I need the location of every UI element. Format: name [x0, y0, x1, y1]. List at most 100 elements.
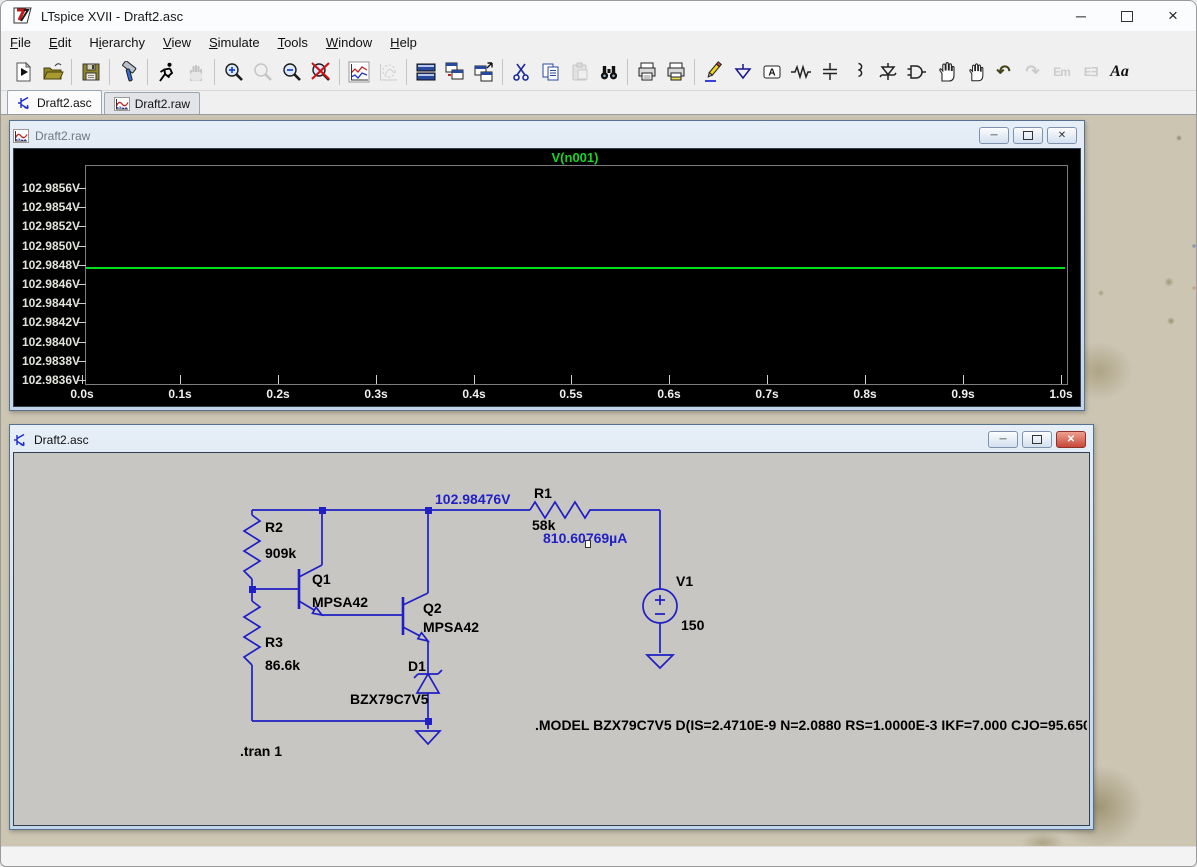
- waveform-plot-area[interactable]: V(n001) 102.9856V 102.9854V 102.9852V 10…: [13, 148, 1081, 407]
- undo-icon[interactable]: ↶: [989, 57, 1018, 87]
- schematic-canvas[interactable]: R2 909k R3 86.6k Q1 MPSA42 Q2 MPSA42 D1 …: [13, 452, 1090, 826]
- x-tick-label: 0.5s: [559, 387, 583, 401]
- waveform-window-icon: [13, 129, 29, 143]
- schematic-window: Draft2.asc ─ ✕ R2 909k R3 86.6k Q1 MPSA4…: [9, 424, 1094, 830]
- component-label-q2-value[interactable]: MPSA42: [423, 619, 479, 635]
- y-tick-label: 102.9846V: [21, 277, 80, 291]
- title-bar[interactable]: LTspice XVII - Draft2.asc ─ ×: [1, 1, 1196, 31]
- schematic-window-titlebar[interactable]: Draft2.asc ─ ✕: [13, 428, 1090, 452]
- tile-vertical-icon[interactable]: [440, 57, 469, 87]
- open-icon[interactable]: [38, 57, 67, 87]
- x-tick-label: 0.2s: [266, 387, 290, 401]
- move-icon[interactable]: [931, 57, 960, 87]
- y-tick-label: 102.9836V: [21, 373, 80, 387]
- inductor-icon[interactable]: [844, 57, 873, 87]
- capacitor-icon[interactable]: [815, 57, 844, 87]
- drag-icon[interactable]: [960, 57, 989, 87]
- component-icon[interactable]: [902, 57, 931, 87]
- x-tick-label: 0.3s: [364, 387, 388, 401]
- voltage-trace[interactable]: [86, 267, 1065, 269]
- tab-label: Draft2.raw: [134, 96, 191, 111]
- waveform-window: Draft2.raw ─ ✕ V(n001) 102.9856V 102.985…: [9, 120, 1085, 411]
- menu-view[interactable]: View: [154, 33, 200, 52]
- menu-simulate[interactable]: Simulate: [200, 33, 269, 52]
- y-tick-label: 102.9844V: [21, 296, 80, 310]
- maximize-button[interactable]: [1104, 1, 1150, 31]
- zoom-in-icon[interactable]: [219, 57, 248, 87]
- tab-draft2-asc[interactable]: Draft2.asc: [7, 90, 102, 114]
- maximize-icon: [1121, 10, 1133, 22]
- diode-icon[interactable]: [873, 57, 902, 87]
- new-schematic-icon[interactable]: [9, 57, 38, 87]
- component-label-q1-name[interactable]: Q1: [312, 571, 331, 587]
- zoom-out-icon[interactable]: [277, 57, 306, 87]
- x-tick-label: 0.4s: [462, 387, 486, 401]
- menu-file[interactable]: File: [1, 33, 40, 52]
- mdi-area: Draft2.raw ─ ✕ V(n001) 102.9856V 102.985…: [1, 115, 1196, 849]
- waveform-window-titlebar[interactable]: Draft2.raw ─ ✕: [13, 124, 1081, 148]
- model-directive[interactable]: .MODEL BZX79C7V5 D(IS=2.4710E-9 N=2.0880…: [535, 717, 1087, 733]
- waveform-minimize-button[interactable]: ─: [979, 127, 1009, 144]
- menu-hierarchy[interactable]: Hierarchy: [80, 33, 154, 52]
- component-label-r3-value[interactable]: 86.6k: [265, 657, 300, 673]
- component-label-v1-name[interactable]: V1: [676, 573, 693, 589]
- component-label-r1-name[interactable]: R1: [534, 485, 552, 501]
- component-label-r2-name[interactable]: R2: [265, 519, 283, 535]
- circuit-drawing[interactable]: [14, 453, 1090, 826]
- component-label-d1-value[interactable]: BZX79C7V5: [350, 691, 429, 707]
- restore-icon: [1023, 131, 1033, 140]
- y-tick-label: 102.9848V: [21, 258, 80, 272]
- copy-icon[interactable]: [536, 57, 565, 87]
- tab-draft2-raw[interactable]: Draft2.raw: [103, 92, 201, 114]
- menu-help[interactable]: Help: [381, 33, 426, 52]
- schematic-restore-button[interactable]: [1022, 431, 1052, 448]
- x-tick-label: 0.8s: [853, 387, 877, 401]
- redo-icon: ↷: [1025, 61, 1040, 81]
- component-label-q1-value[interactable]: MPSA42: [312, 594, 368, 610]
- control-panel-icon[interactable]: [114, 57, 143, 87]
- schematic-minimize-button[interactable]: ─: [988, 431, 1018, 448]
- component-label-r3-name[interactable]: R3: [265, 634, 283, 650]
- net-label-icon[interactable]: A: [757, 57, 786, 87]
- print-icon[interactable]: [632, 57, 661, 87]
- print-preview-icon[interactable]: [661, 57, 690, 87]
- run-icon[interactable]: [152, 57, 181, 87]
- close-button[interactable]: ×: [1150, 1, 1196, 31]
- minimize-button[interactable]: ─: [1058, 1, 1104, 31]
- halt-icon: [181, 57, 210, 87]
- zoom-full-extents-icon[interactable]: [306, 57, 335, 87]
- trace-label[interactable]: V(n001): [505, 150, 645, 165]
- schematic-close-button[interactable]: ✕: [1056, 431, 1086, 448]
- menu-edit[interactable]: Edit: [40, 33, 80, 52]
- save-icon[interactable]: [76, 57, 105, 87]
- menu-bar: File Edit Hierarchy View Simulate Tools …: [1, 31, 1196, 53]
- component-label-q2-name[interactable]: Q2: [423, 600, 442, 616]
- tab-label: Draft2.asc: [37, 95, 92, 110]
- zoom-back-icon: [248, 57, 277, 87]
- wire-icon[interactable]: [699, 57, 728, 87]
- menu-tools[interactable]: Tools: [269, 33, 317, 52]
- waveform-restore-button[interactable]: [1013, 127, 1043, 144]
- text-icon[interactable]: Aa: [1105, 57, 1134, 87]
- cascade-windows-icon[interactable]: [469, 57, 498, 87]
- y-tick-label: 102.9856V: [21, 181, 80, 195]
- find-icon[interactable]: [594, 57, 623, 87]
- waveform-close-button[interactable]: ✕: [1047, 127, 1077, 144]
- mirror-icon: Em: [1053, 64, 1071, 79]
- autorange-y-icon[interactable]: [344, 57, 373, 87]
- resistor-icon[interactable]: [786, 57, 815, 87]
- cut-icon[interactable]: [507, 57, 536, 87]
- component-label-v1-value[interactable]: 150: [681, 617, 704, 633]
- menu-window[interactable]: Window: [317, 33, 381, 52]
- component-label-d1-name[interactable]: D1: [408, 658, 426, 674]
- app-window: LTspice XVII - Draft2.asc ─ × File Edit …: [0, 0, 1197, 867]
- ground-icon[interactable]: [728, 57, 757, 87]
- cursor-marker: [585, 540, 591, 548]
- y-tick-label: 102.9852V: [21, 219, 80, 233]
- schematic-window-title: Draft2.asc: [34, 433, 89, 447]
- waveform-window-title: Draft2.raw: [35, 129, 91, 143]
- tile-horizontal-icon[interactable]: [411, 57, 440, 87]
- schematic-tab-icon: [18, 96, 29, 109]
- tran-directive[interactable]: .tran 1: [240, 743, 282, 759]
- component-label-r2-value[interactable]: 909k: [265, 545, 296, 561]
